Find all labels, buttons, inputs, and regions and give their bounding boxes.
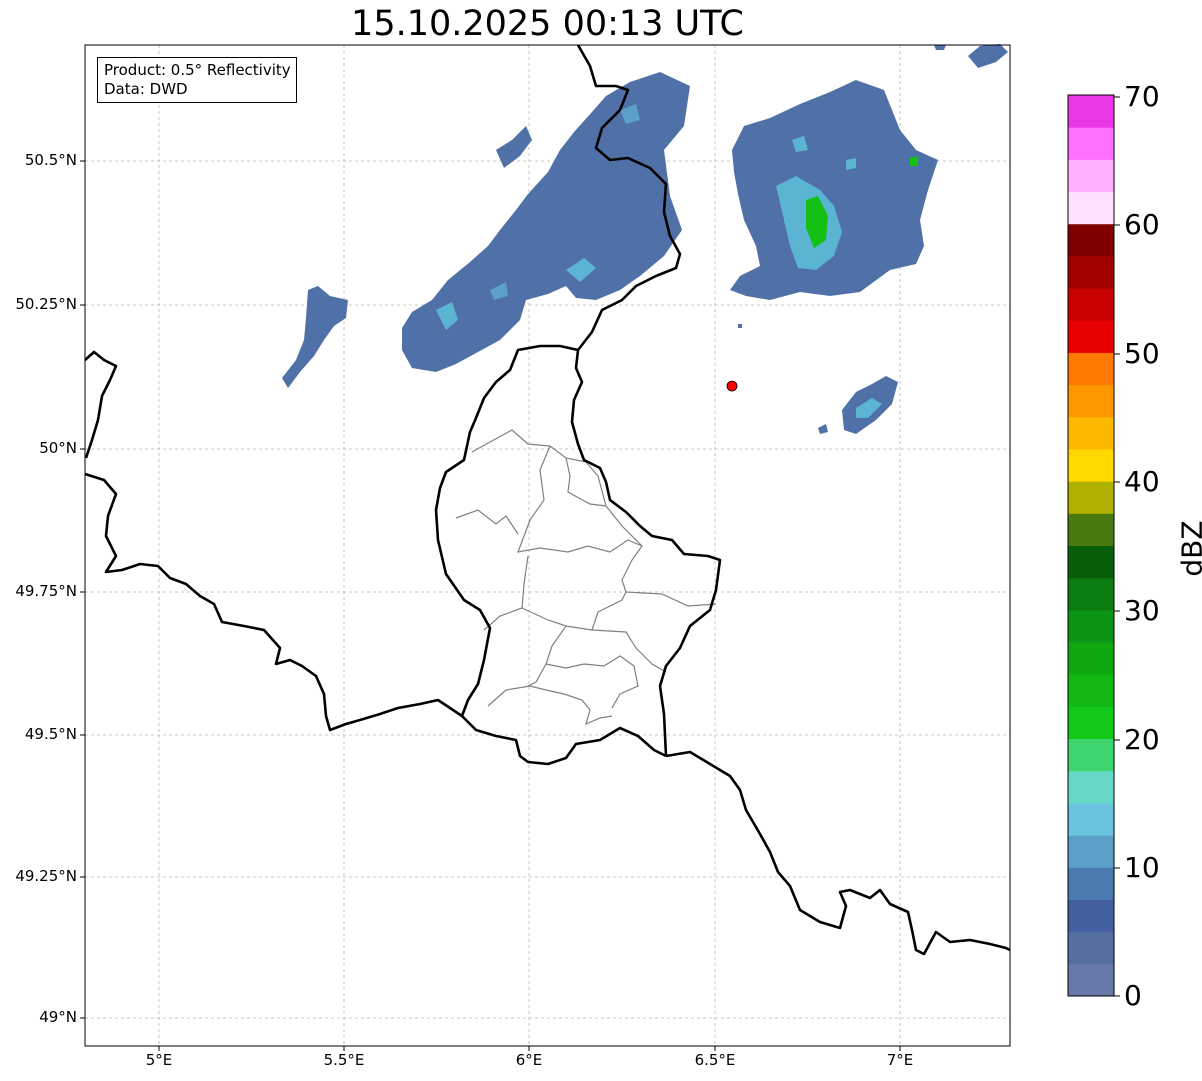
colorbar-tick-label: 10 [1124, 851, 1160, 884]
lon-label: 5.5°E [323, 1051, 365, 1069]
lat-label: 50.25°N [15, 295, 77, 313]
lat-label: 49.5°N [24, 725, 77, 743]
colorbar-cell [1068, 899, 1114, 933]
colorbar-cell [1068, 770, 1114, 804]
colorbar-tick-label: 40 [1124, 465, 1160, 498]
lon-label: 5°E [145, 1051, 173, 1069]
colorbar-cell [1068, 448, 1114, 482]
colorbar-cell [1068, 95, 1114, 128]
colorbar-cell [1068, 963, 1114, 997]
lon-label: 6°E [515, 1051, 543, 1069]
colorbar-cell [1068, 288, 1114, 321]
colorbar [1068, 95, 1114, 997]
colorbar-cell [1068, 159, 1114, 193]
colorbar-cell [1068, 255, 1114, 289]
colorbar-cell [1068, 577, 1114, 611]
lat-label: 50°N [39, 439, 77, 457]
colorbar-cell [1068, 384, 1114, 418]
colorbar-cell [1068, 674, 1114, 707]
colorbar-cell [1068, 802, 1114, 836]
lat-label: 49°N [39, 1008, 77, 1026]
colorbar-tick-label: 60 [1124, 208, 1160, 241]
colorbar-cell [1068, 223, 1114, 257]
radar-map [80, 44, 1120, 1051]
product-label: Product: 0.5° Reflectivity [104, 61, 291, 79]
colorbar-cell [1068, 127, 1114, 160]
colorbar-tick-label: 30 [1124, 594, 1160, 627]
colorbar-tick-label: 20 [1124, 723, 1160, 756]
colorbar-cell [1068, 835, 1114, 868]
colorbar-cell [1068, 481, 1114, 514]
colorbar-cell [1068, 513, 1114, 546]
colorbar-tick-label: 0 [1124, 979, 1142, 1012]
colorbar-cell [1068, 320, 1114, 353]
colorbar-cell [1068, 191, 1114, 225]
colorbar-cell [1068, 352, 1114, 386]
lon-label: 6.5°E [694, 1051, 736, 1069]
colorbar-tick-label: 50 [1124, 337, 1160, 370]
colorbar-cell [1068, 642, 1114, 675]
lat-label: 49.25°N [15, 867, 77, 885]
colorbar-cell [1068, 738, 1114, 772]
lon-label: 7°E [886, 1051, 914, 1069]
colorbar-cell [1068, 416, 1114, 450]
colorbar-cell [1068, 867, 1114, 900]
info-box: Product: 0.5° Reflectivity Data: DWD [97, 57, 297, 103]
radar-site-marker [726, 380, 738, 392]
colorbar-cell [1068, 706, 1114, 740]
lat-label: 50.5°N [24, 151, 77, 169]
data-source-label: Data: DWD [104, 80, 188, 98]
colorbar-cell [1068, 931, 1114, 965]
colorbar-tick-label: 70 [1124, 80, 1160, 113]
lat-label: 49.75°N [15, 582, 77, 600]
colorbar-cell [1068, 545, 1114, 579]
colorbar-unit-label: dBZ [1175, 520, 1202, 577]
colorbar-cell [1068, 609, 1114, 643]
